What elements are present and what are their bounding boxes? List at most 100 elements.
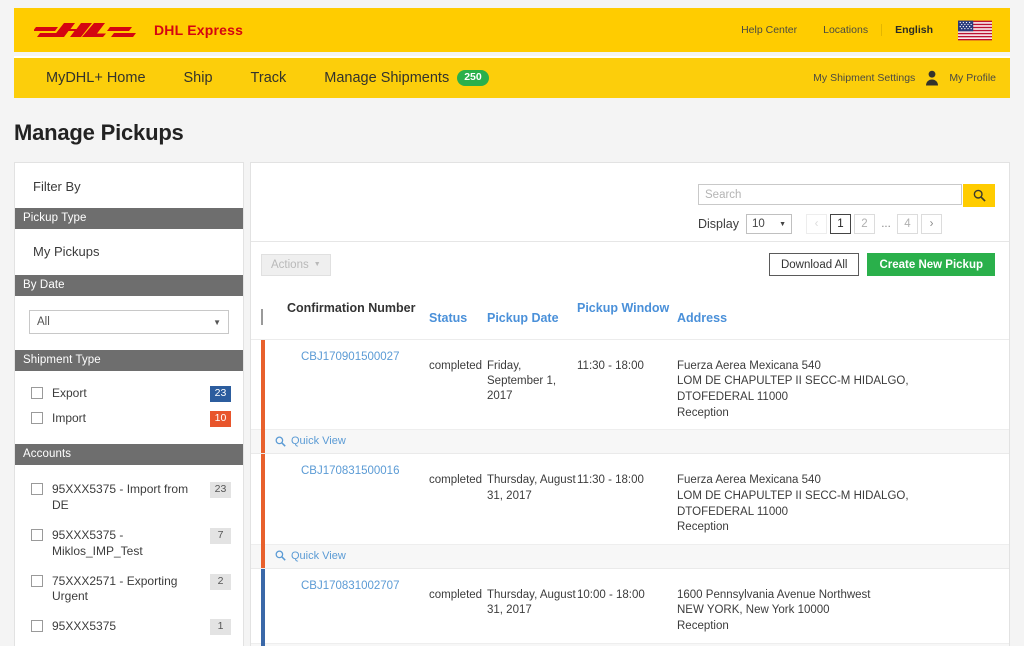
cell-status: completed xyxy=(429,359,483,372)
search-block: Display 10 ▼ ‹ 1 2 ... 4 › xyxy=(698,184,995,234)
checkbox-select-all[interactable] xyxy=(261,309,263,325)
account-item[interactable]: 95XXX5375 - Miklos_IMP_Test 7 xyxy=(31,521,231,567)
cell-address: Fuerza Aerea Mexicana 540 LOM DE CHAPULT… xyxy=(677,463,1009,536)
pagination-page-4[interactable]: 4 xyxy=(897,214,918,234)
my-profile-link[interactable]: My Profile xyxy=(949,72,996,84)
nav-label: MyDHL+ Home xyxy=(46,70,146,86)
shipment-type-list: Export 23 Import 10 xyxy=(15,371,243,444)
shipment-type-label: Import xyxy=(52,411,87,426)
table-header-row: Confirmation Number Status Pickup Date P… xyxy=(251,287,1009,340)
quick-view-link[interactable]: Quick View xyxy=(291,550,346,562)
account-count-badge: 7 xyxy=(210,527,231,545)
date-filter-select[interactable]: All ▼ xyxy=(29,310,229,334)
address-line: LOM DE CHAPULTEP II SECC-M HIDALGO, xyxy=(677,375,909,388)
quick-view-bar[interactable]: Quick View xyxy=(251,429,1009,454)
address-line: Reception xyxy=(677,620,729,632)
checkbox-import[interactable] xyxy=(31,412,43,425)
site-header: DHL Express Help Center Locations Englis… xyxy=(14,8,1010,52)
pagination: ‹ 1 2 ... 4 › xyxy=(806,214,942,234)
nav-item-ship[interactable]: Ship xyxy=(165,70,232,86)
quick-view-bar[interactable]: Quick View xyxy=(251,543,1009,568)
actions-label: Actions xyxy=(271,258,309,271)
pagination-page-1[interactable]: 1 xyxy=(830,214,851,234)
nav-label: Track xyxy=(250,70,287,86)
chevron-down-icon: ▼ xyxy=(313,261,321,268)
search-button[interactable] xyxy=(963,184,995,207)
table-row-content: CBJ170831500016 completed Thursday, Augu… xyxy=(251,454,1009,544)
cell-pickup-window: 11:30 - 18:00 xyxy=(577,474,644,487)
import-count-badge: 10 xyxy=(210,411,231,428)
account-item[interactable]: 75XXX2571 - Exporting Urgent 2 xyxy=(31,567,231,613)
quick-view-link[interactable]: Quick View xyxy=(291,435,346,447)
pickup-type-my-pickups[interactable]: My Pickups xyxy=(15,229,243,275)
column-status-link[interactable]: Status xyxy=(429,311,467,325)
cell-pickup-window: 11:30 - 18:00 xyxy=(577,359,644,372)
nav-items: MyDHL+ Home Ship Track Manage Shipments … xyxy=(14,70,508,86)
checkbox-account[interactable] xyxy=(31,574,43,587)
row-accent-bar xyxy=(261,568,265,646)
confirmation-number-link[interactable]: CBJ170901500027 xyxy=(301,351,399,363)
create-new-pickup-button[interactable]: Create New Pickup xyxy=(867,253,995,276)
display-label: Display xyxy=(698,217,739,231)
cell-confirmation-number: CBJ170831002707 xyxy=(287,578,429,592)
page-size-select[interactable]: 10 ▼ xyxy=(746,214,792,234)
display-row: Display 10 ▼ ‹ 1 2 ... 4 › xyxy=(698,214,942,234)
select-all-cell xyxy=(261,301,287,325)
help-center-link[interactable]: Help Center xyxy=(728,24,810,36)
cell-address: 1600 Pennsylvania Avenue Northwest NEW Y… xyxy=(677,578,1009,635)
row-accent-bar xyxy=(261,454,265,568)
checkbox-account[interactable] xyxy=(31,483,43,496)
export-count-badge: 23 xyxy=(210,386,231,403)
account-count-badge: 23 xyxy=(210,482,231,499)
search-icon xyxy=(973,189,986,202)
pagination-ellipsis: ... xyxy=(878,214,894,234)
main-nav: MyDHL+ Home Ship Track Manage Shipments … xyxy=(14,56,1010,98)
account-item[interactable]: 95XXX5375 1 xyxy=(31,612,231,642)
chevron-down-icon: ▼ xyxy=(779,220,786,228)
pagination-next[interactable]: › xyxy=(921,214,942,234)
account-count-badge: 2 xyxy=(210,573,231,590)
download-all-button[interactable]: Download All xyxy=(768,253,860,276)
search-icon xyxy=(275,436,286,447)
shipment-type-export[interactable]: Export 23 xyxy=(31,382,231,407)
nav-item-mydhl-home[interactable]: MyDHL+ Home xyxy=(34,70,165,86)
filter-sidebar: Filter By Pickup Type My Pickups By Date… xyxy=(14,162,244,646)
column-pickup-window-link[interactable]: Pickup Window xyxy=(577,301,669,315)
quick-view-bar[interactable]: Quick View xyxy=(251,642,1009,646)
checkbox-account[interactable] xyxy=(31,528,43,541)
cell-address: Fuerza Aerea Mexicana 540 LOM DE CHAPULT… xyxy=(677,349,1009,422)
pagination-prev[interactable]: ‹ xyxy=(806,214,827,234)
account-label: 95XXX5375 - Import from DE xyxy=(52,482,189,513)
table-row-content: CBJ170901500027 completed Friday, Septem… xyxy=(251,340,1009,430)
locations-link[interactable]: Locations xyxy=(810,24,881,36)
nav-item-manage-shipments[interactable]: Manage Shipments 250 xyxy=(305,70,507,86)
cell-pickup-date: Thursday, August 31, 2017 xyxy=(487,588,576,617)
actions-dropdown-button[interactable]: Actions ▼ xyxy=(261,253,331,276)
column-pickup-date-link[interactable]: Pickup Date xyxy=(487,311,559,325)
search-pagination-toolbar: Display 10 ▼ ‹ 1 2 ... 4 › xyxy=(251,163,1009,241)
us-flag-icon[interactable] xyxy=(958,20,992,41)
account-item[interactable]: 95XXX5375 - Import from DE 23 xyxy=(31,475,231,521)
column-address: Address xyxy=(677,301,1009,326)
page-size-value: 10 xyxy=(752,218,765,230)
row-accent-bar xyxy=(261,339,265,454)
column-status: Status xyxy=(429,301,487,326)
my-shipment-settings-link[interactable]: My Shipment Settings xyxy=(813,72,915,84)
logo-block: DHL Express xyxy=(14,18,243,42)
search-input[interactable] xyxy=(698,184,962,205)
manage-pickups-page: DHL Express Help Center Locations Englis… xyxy=(0,0,1024,646)
cell-pickup-date: Friday, September 1, 2017 xyxy=(487,359,557,403)
table-row-content: CBJ170831002707 completed Thursday, Augu… xyxy=(251,569,1009,643)
checkbox-export[interactable] xyxy=(31,387,43,399)
checkbox-account[interactable] xyxy=(31,620,43,633)
shipment-type-import[interactable]: Import 10 xyxy=(31,407,231,432)
language-selector[interactable]: English xyxy=(881,24,946,36)
column-address-link[interactable]: Address xyxy=(677,311,727,325)
confirmation-number-link[interactable]: CBJ170831002707 xyxy=(301,580,399,592)
search-icon xyxy=(275,550,286,561)
confirmation-number-link[interactable]: CBJ170831500016 xyxy=(301,465,399,477)
address-line: NEW YORK, New York 10000 xyxy=(677,604,830,617)
person-icon xyxy=(926,70,939,86)
nav-item-track[interactable]: Track xyxy=(232,70,306,86)
pagination-page-2[interactable]: 2 xyxy=(854,214,875,234)
